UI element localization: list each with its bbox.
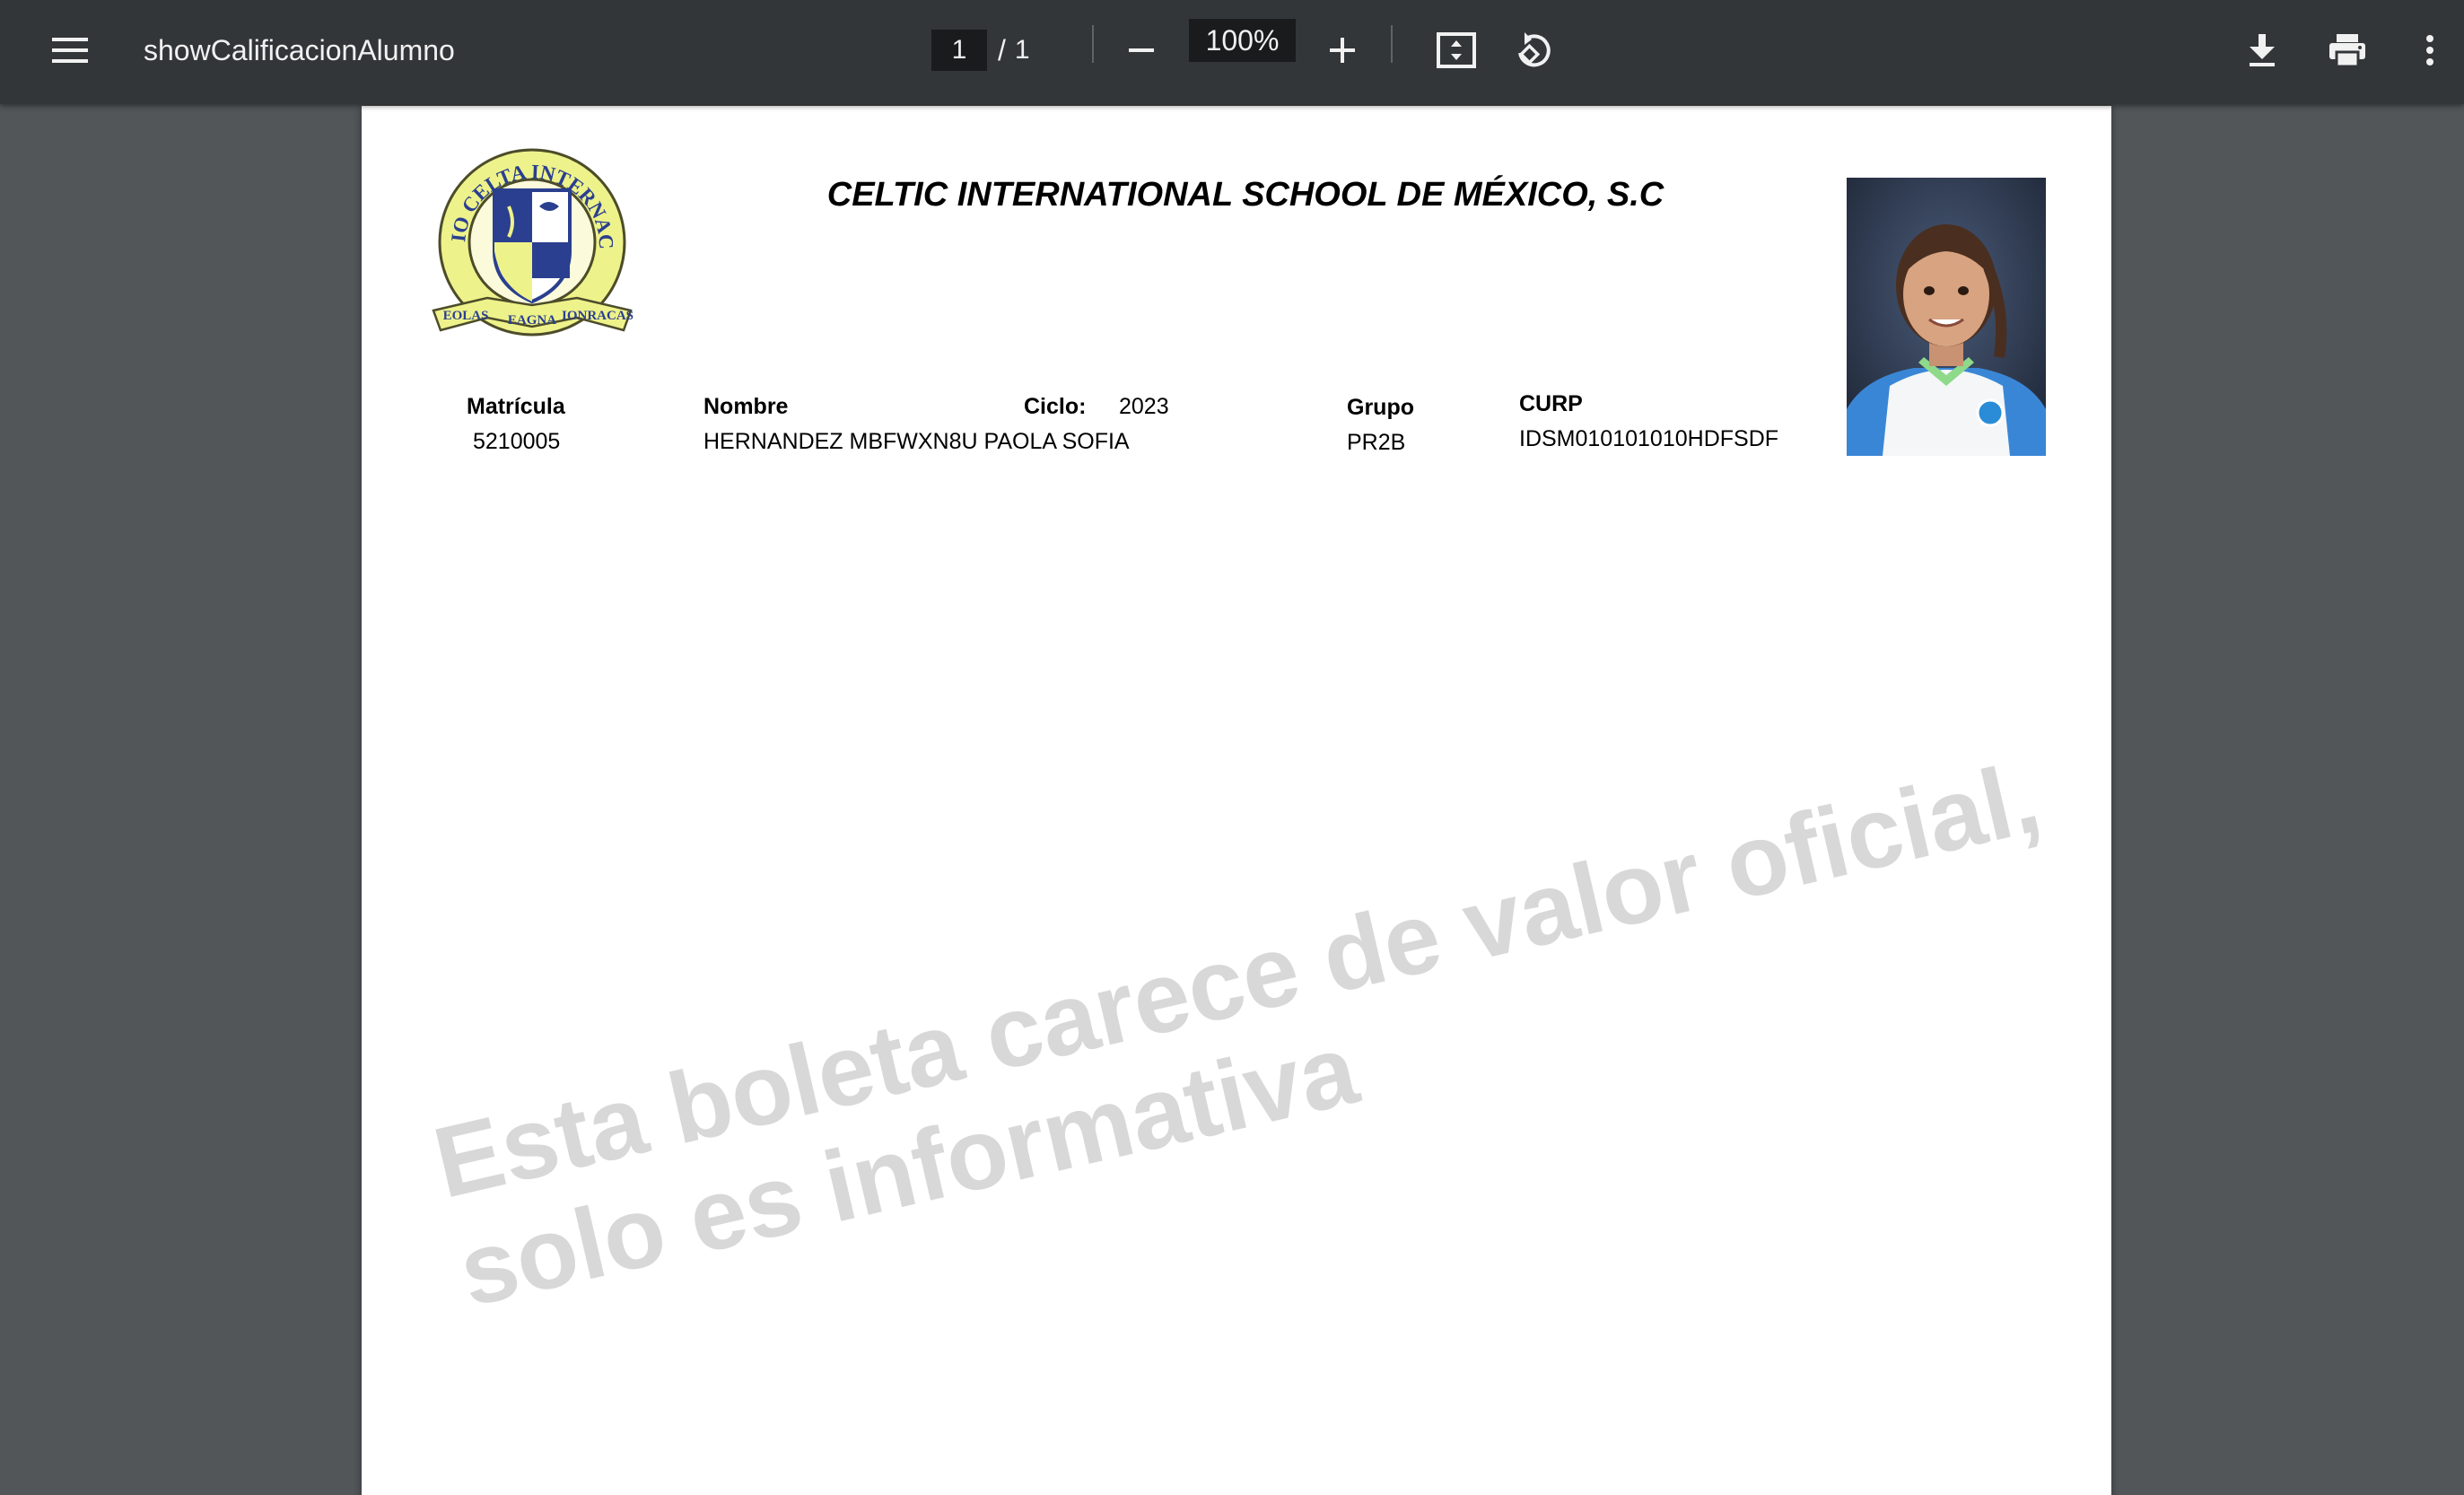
rotate-icon bbox=[1518, 32, 1551, 67]
print-icon bbox=[2329, 34, 2365, 68]
ciclo-label: Ciclo: bbox=[1024, 394, 1087, 419]
watermark-text: Esta boleta carece de valor oficial, sol… bbox=[424, 740, 2075, 1328]
pdf-viewer-area[interactable]: COLEGIO CELTA INTERNACIONAL EOLAS EAGNA … bbox=[0, 104, 2464, 1495]
total-pages: 1 bbox=[1014, 35, 1030, 65]
rotate-button[interactable] bbox=[1503, 20, 1564, 81]
school-crest-logo: COLEGIO CELTA INTERNACIONAL EOLAS EAGNA … bbox=[415, 135, 633, 337]
matricula-value: 5210005 bbox=[473, 429, 561, 454]
fit-page-icon bbox=[1437, 32, 1476, 68]
page-navigation: / 1 bbox=[931, 20, 1030, 81]
more-options-button[interactable] bbox=[2403, 20, 2457, 81]
matricula-label: Matrícula bbox=[467, 394, 565, 419]
download-icon bbox=[2250, 34, 2275, 66]
pdf-page: COLEGIO CELTA INTERNACIONAL EOLAS EAGNA … bbox=[362, 106, 2111, 1495]
toolbar-divider bbox=[1391, 25, 1393, 63]
fit-page-button[interactable] bbox=[1426, 20, 1487, 81]
nombre-label: Nombre bbox=[703, 394, 789, 419]
curp-label: CURP bbox=[1519, 391, 1583, 416]
download-button[interactable] bbox=[2232, 20, 2293, 81]
minus-icon bbox=[1129, 48, 1154, 52]
svg-text:EOLAS: EOLAS bbox=[443, 309, 489, 323]
grupo-value: PR2B bbox=[1347, 430, 1406, 455]
menu-icon bbox=[52, 38, 88, 63]
page-separator: / bbox=[998, 33, 1006, 66]
more-vert-icon bbox=[2426, 35, 2433, 66]
print-button[interactable] bbox=[2317, 20, 2378, 81]
pdf-toolbar: showCalificacionAlumno / 1 100% bbox=[0, 0, 2464, 104]
svg-text:EAGNA: EAGNA bbox=[508, 313, 556, 328]
school-name-heading: CELTIC INTERNATIONAL SCHOOL DE MÉXICO, S… bbox=[826, 176, 1665, 214]
student-photo bbox=[1847, 178, 2046, 456]
curp-value: IDSM010101010HDFSDF bbox=[1519, 426, 1779, 451]
nombre-value: HERNANDEZ MBFWXN8U PAOLA SOFIA bbox=[703, 429, 1130, 454]
menu-button[interactable] bbox=[39, 20, 100, 81]
zoom-level-input[interactable]: 100% bbox=[1189, 19, 1296, 62]
ciclo-value: 2023 bbox=[1119, 394, 1169, 419]
zoom-out-button[interactable] bbox=[1111, 20, 1172, 81]
document-title: showCalificacionAlumno bbox=[144, 34, 455, 66]
toolbar-divider bbox=[1092, 25, 1094, 63]
zoom-in-button[interactable] bbox=[1312, 20, 1373, 81]
svg-text:IONRACAS: IONRACAS bbox=[562, 309, 633, 323]
grupo-label: Grupo bbox=[1347, 395, 1414, 420]
watermark-line-2: solo es informativa bbox=[449, 1012, 1367, 1328]
page-number-input[interactable] bbox=[931, 30, 987, 71]
watermark-line-1: Esta boleta carece de valor oficial, bbox=[424, 740, 2050, 1220]
plus-icon bbox=[1330, 38, 1355, 63]
